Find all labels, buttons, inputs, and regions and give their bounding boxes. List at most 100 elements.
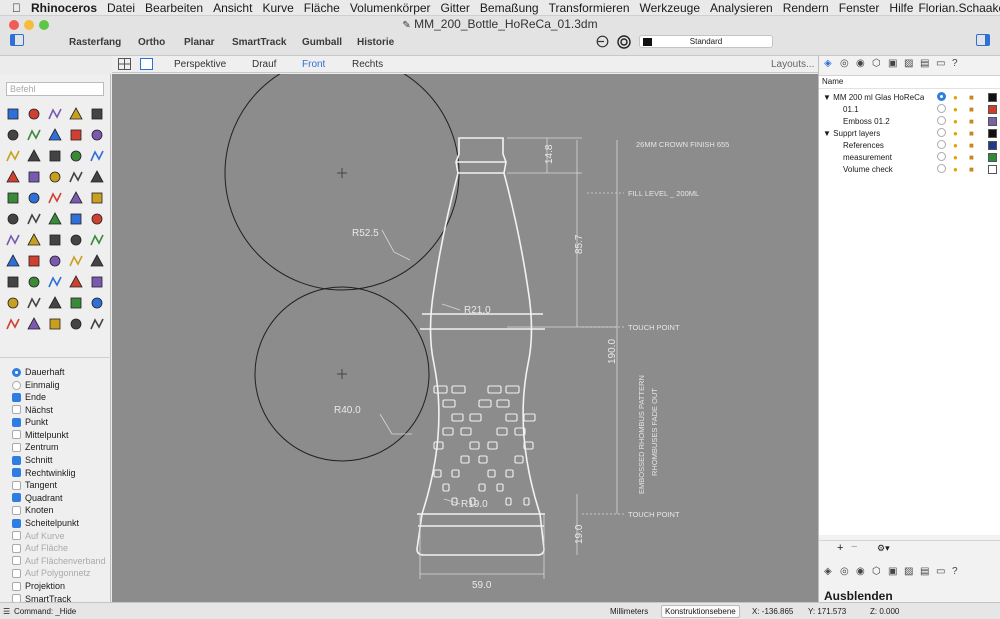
fillet-icon[interactable] <box>46 126 63 143</box>
cursor-icon[interactable] <box>67 315 84 332</box>
lock-icon[interactable]: ■ <box>969 117 974 126</box>
menu-bearbeiten[interactable]: Bearbeiten <box>140 1 208 15</box>
menu-fenster[interactable]: Fenster <box>834 1 885 15</box>
rotate-icon[interactable] <box>4 168 21 185</box>
menu-volumenkoerper[interactable]: Volumenkörper <box>345 1 436 15</box>
boolean-icon[interactable] <box>46 147 63 164</box>
osnap-item[interactable]: Auf Polygonnetz <box>12 568 91 578</box>
layer-color-swatch[interactable] <box>988 128 997 138</box>
sphere-icon[interactable] <box>25 147 42 164</box>
gumball-toggle[interactable]: Gumball <box>302 37 342 48</box>
command-history-icon[interactable]: ☰ <box>3 607 10 616</box>
front-viewport[interactable]: R52.5 R40.0 R21.0 R19.0 14.8 85.7 190.0 … <box>112 74 818 602</box>
layer-row[interactable]: ▼ Supprt layers ● ■ <box>819 127 1000 139</box>
gumball-icon[interactable] <box>88 252 105 269</box>
osnap-item[interactable]: Schnitt <box>12 455 53 465</box>
notes-tab-icon[interactable]: ▤ <box>920 58 929 69</box>
radio-dauerhaft[interactable] <box>12 367 21 377</box>
menu-analysieren[interactable]: Analysieren <box>705 1 778 15</box>
rectangle-icon[interactable] <box>25 126 42 143</box>
current-layer-radio[interactable] <box>937 127 946 139</box>
visibility-bulb-icon[interactable]: ● <box>953 153 958 162</box>
osnap-item[interactable]: Mittelpunkt <box>12 430 69 440</box>
visibility-bulb-icon[interactable]: ● <box>953 129 958 138</box>
displaymode-tab-icon[interactable]: ▨ <box>904 566 913 577</box>
objects-tab-icon[interactable]: ⬡ <box>872 566 881 577</box>
lock-icon[interactable]: ■ <box>969 105 974 114</box>
lock-icon[interactable]: ■ <box>969 129 974 138</box>
layers-tab-icon[interactable]: ◈ <box>824 566 832 577</box>
dimension-icon[interactable] <box>4 231 21 248</box>
visibility-bulb-icon[interactable]: ● <box>953 93 958 102</box>
menu-datei[interactable]: Datei <box>102 1 140 15</box>
current-layer-select[interactable]: Standard <box>639 35 773 48</box>
point-icon[interactable] <box>25 105 42 122</box>
osnap-item[interactable]: Auf Flächenverband <box>12 556 106 566</box>
visibility-bulb-icon[interactable]: ● <box>953 117 958 126</box>
layer-row[interactable]: ▼ MM 200 ml Glas HoReCa ● ■ <box>819 91 1000 103</box>
layer-row[interactable]: 01.1 ● ■ <box>819 103 1000 115</box>
layer-color-swatch[interactable] <box>988 152 997 162</box>
lock-icon[interactable] <box>46 210 63 227</box>
sphere-render-icon[interactable] <box>4 315 21 332</box>
analyze-icon[interactable] <box>88 210 105 227</box>
osnap-target-icon[interactable] <box>617 35 631 49</box>
camera-tab-icon[interactable]: ▣ <box>888 58 897 69</box>
split-icon[interactable] <box>25 189 42 206</box>
env-icon[interactable] <box>46 315 63 332</box>
layers-tab-icon[interactable]: ◈ <box>824 58 832 69</box>
array-icon[interactable] <box>88 168 105 185</box>
menu-transformieren[interactable]: Transformieren <box>544 1 635 15</box>
layer-row[interactable]: Volume check ● ■ <box>819 163 1000 175</box>
unroll-icon[interactable] <box>46 294 63 311</box>
osnap-checkbox[interactable] <box>12 455 21 465</box>
osnap-checkbox[interactable] <box>12 430 21 440</box>
explode-icon[interactable] <box>67 189 84 206</box>
expand-triangle-icon[interactable]: ▼ <box>823 129 831 138</box>
flow-icon[interactable] <box>46 273 63 290</box>
trim-icon[interactable] <box>4 189 21 206</box>
globe-icon[interactable] <box>25 315 42 332</box>
mirror-icon[interactable] <box>67 168 84 185</box>
right-panel-toggle-icon[interactable] <box>976 34 990 46</box>
cplane-icon[interactable] <box>596 35 609 48</box>
visibility-bulb-icon[interactable]: ● <box>953 141 958 150</box>
join-icon[interactable] <box>46 189 63 206</box>
apple-menu-icon[interactable]:  <box>0 1 26 15</box>
osnap-item[interactable]: Rechtwinklig <box>12 468 76 478</box>
osnap-checkbox[interactable] <box>12 417 21 427</box>
planar-toggle[interactable]: Planar <box>184 37 215 48</box>
grid-icon[interactable] <box>46 252 63 269</box>
light-icon[interactable] <box>88 231 105 248</box>
group-icon[interactable] <box>88 189 105 206</box>
current-layer-radio[interactable] <box>937 115 946 127</box>
hide-icon[interactable] <box>25 210 42 227</box>
tab-front[interactable]: Front <box>302 59 325 70</box>
menu-bemassung[interactable]: Bemaßung <box>475 1 544 15</box>
ortho-toggle[interactable]: Ortho <box>138 37 165 48</box>
osnap-checkbox[interactable] <box>12 480 21 490</box>
tab-drauf[interactable]: Drauf <box>252 59 276 70</box>
menu-kurve[interactable]: Kurve <box>257 1 298 15</box>
text-icon[interactable] <box>25 231 42 248</box>
osnap-checkbox[interactable] <box>12 505 21 515</box>
osnap-checkbox[interactable] <box>12 442 21 452</box>
visibility-bulb-icon[interactable]: ● <box>953 105 958 114</box>
layer-color-swatch[interactable] <box>988 92 997 102</box>
circle-icon[interactable] <box>88 105 105 122</box>
current-layer-radio[interactable] <box>937 163 946 175</box>
add-layer-button[interactable]: + <box>837 542 843 554</box>
surface-icon[interactable] <box>67 126 84 143</box>
tab-rechts[interactable]: Rechts <box>352 59 383 70</box>
snap-icon[interactable] <box>88 315 105 332</box>
twist-icon[interactable] <box>67 273 84 290</box>
osnap-checkbox[interactable] <box>12 518 21 528</box>
osnap-item[interactable]: Auf Fläche <box>12 543 68 553</box>
smarttrack-toggle[interactable]: SmartTrack <box>232 37 286 48</box>
menu-rendern[interactable]: Rendern <box>778 1 834 15</box>
remove-layer-button[interactable]: − <box>851 541 857 553</box>
lock-icon[interactable]: ■ <box>969 141 974 150</box>
materials-tab-icon[interactable]: ◎ <box>840 58 849 69</box>
command-input[interactable]: Befehl <box>6 82 104 96</box>
osnap-item[interactable]: Knoten <box>12 505 54 515</box>
